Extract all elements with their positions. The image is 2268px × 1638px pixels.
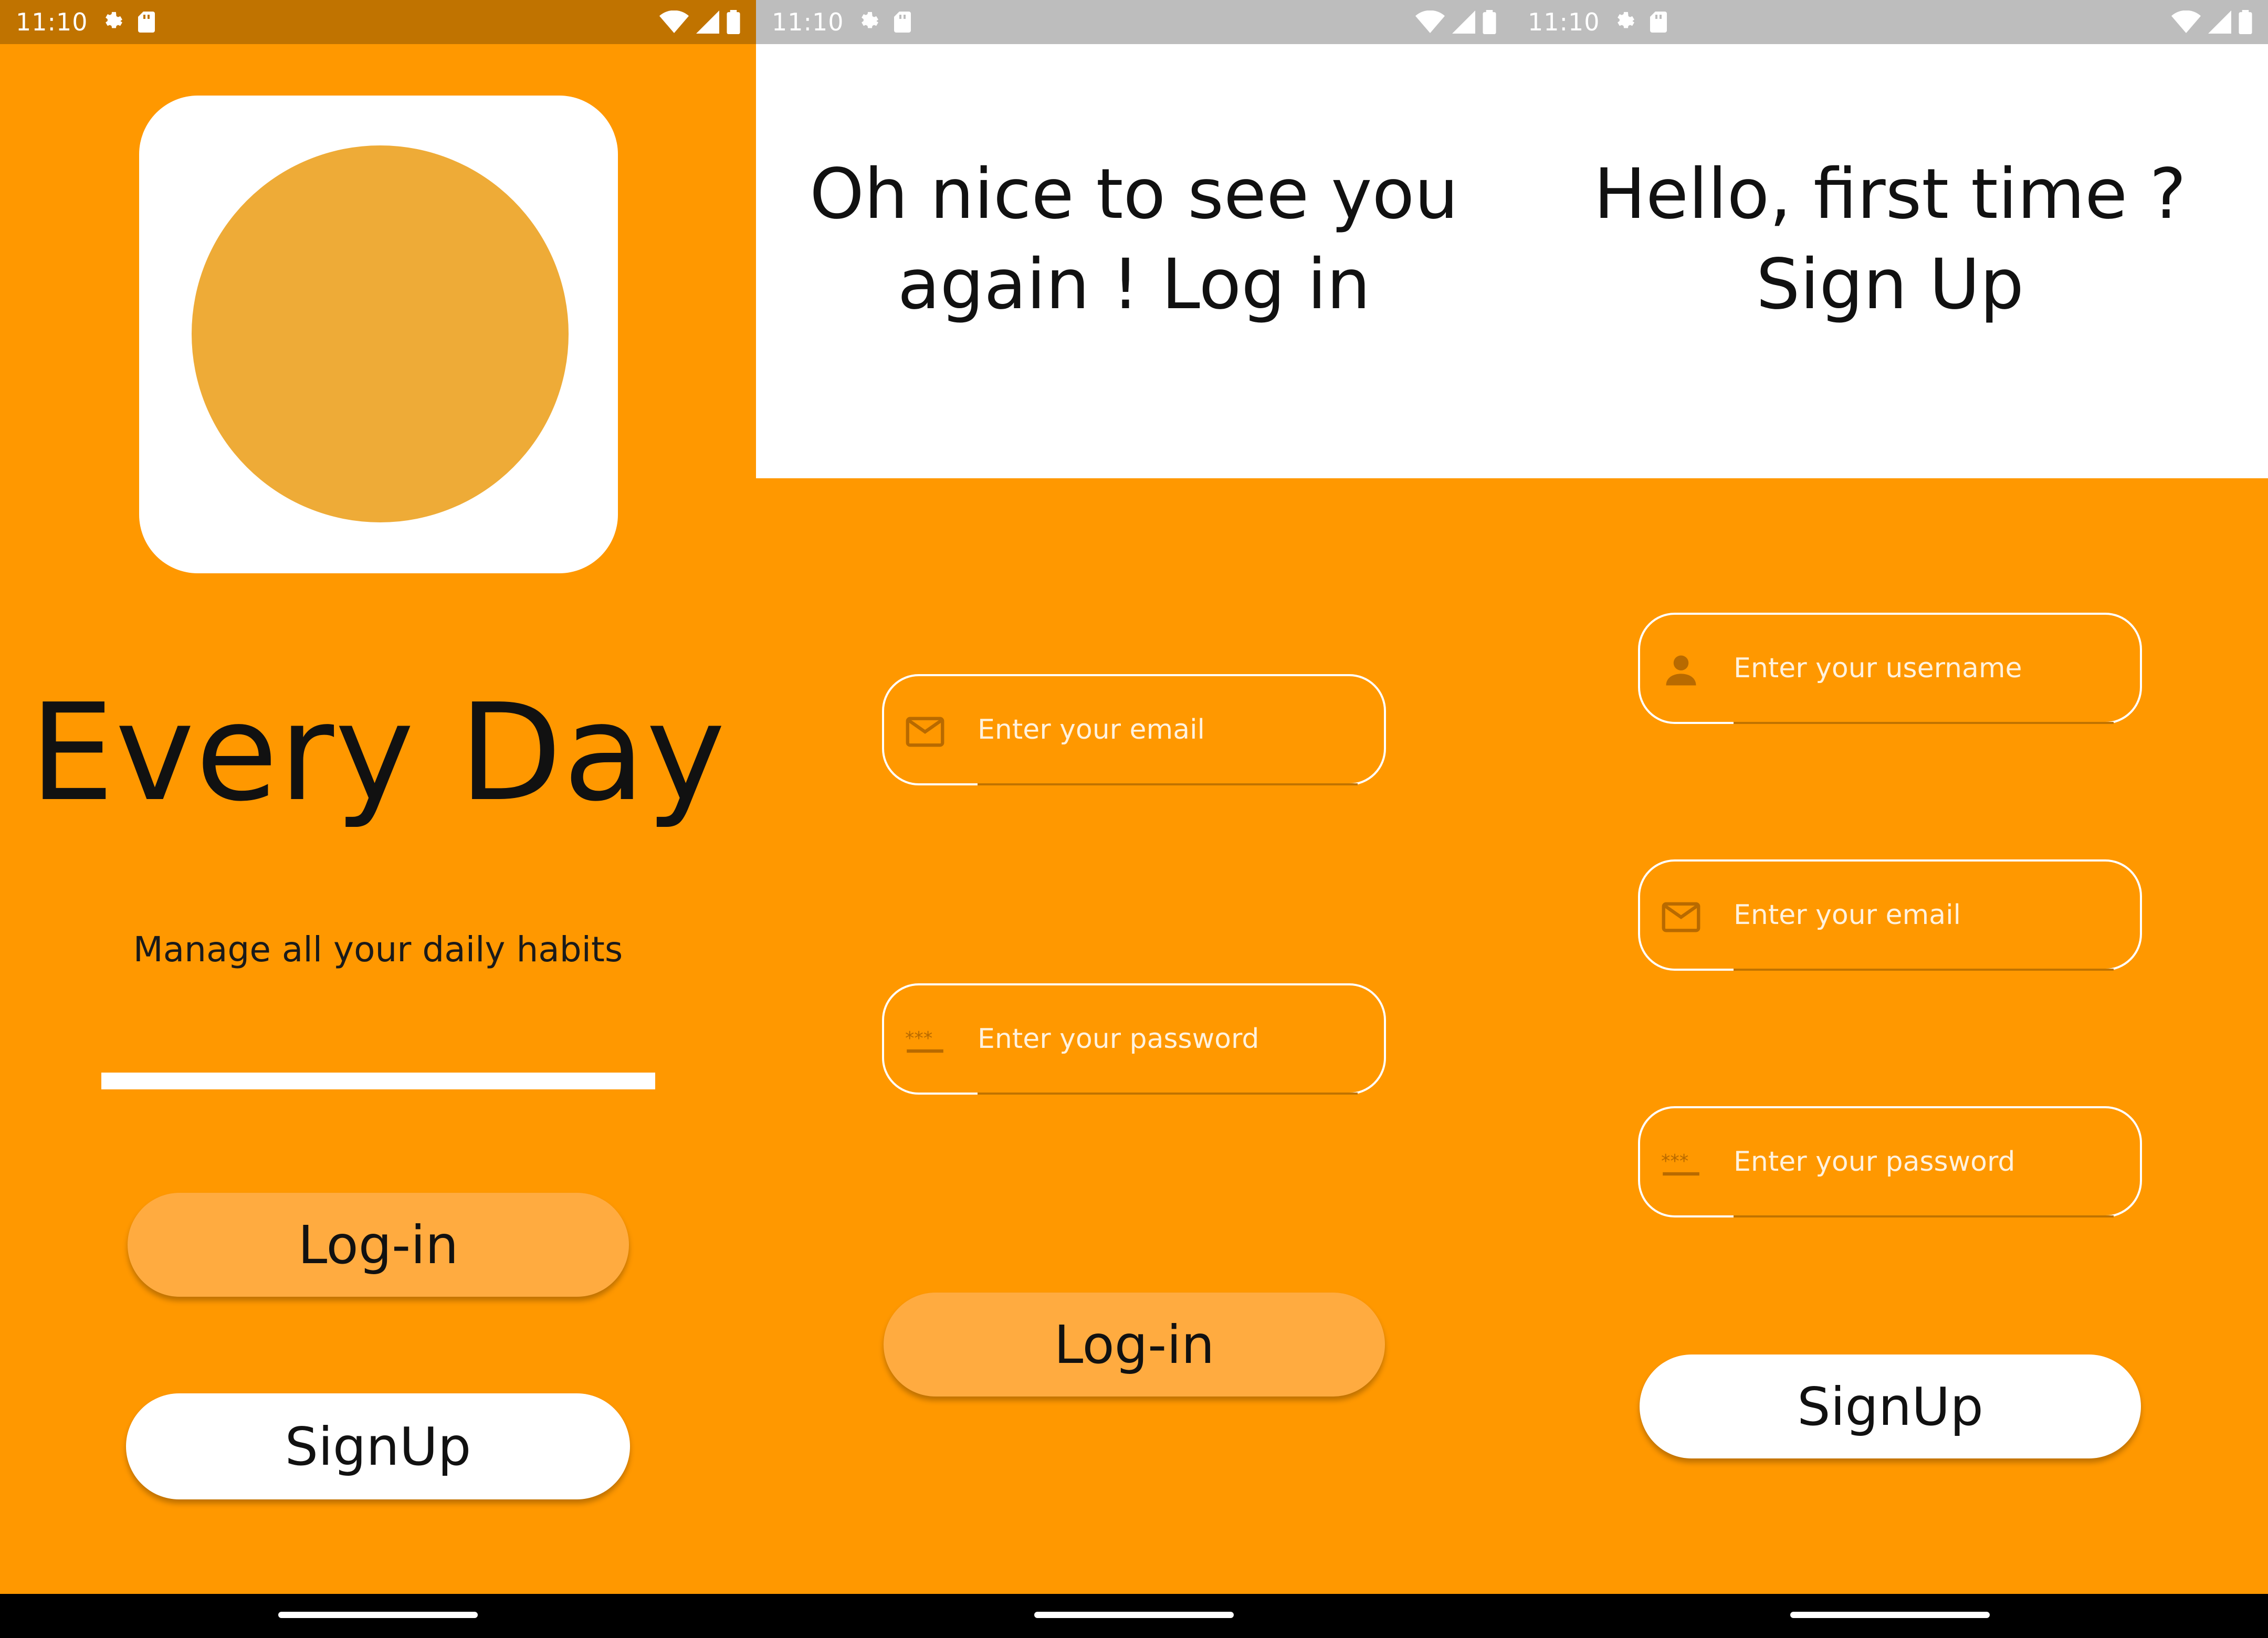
password-underline [1734, 1215, 2114, 1217]
status-time: 11:10 [1528, 8, 1600, 36]
sd-card-icon [138, 12, 155, 33]
email-icon [906, 717, 944, 747]
svg-text:***: *** [905, 1028, 932, 1049]
email-placeholder: Enter your email [1734, 899, 1961, 931]
signup-submit-button[interactable]: SignUp [1640, 1354, 2141, 1458]
password-field[interactable]: *** Enter your password [882, 983, 1386, 1095]
email-underline [978, 783, 1358, 785]
login-button[interactable]: Log-in [128, 1193, 629, 1297]
status-bar: 11:10 [0, 0, 756, 44]
settings-gear-icon [861, 12, 878, 28]
wifi-icon [2171, 10, 2201, 33]
page-title: Hello, first time ? Sign Up [1512, 149, 2268, 330]
home-gesture-handle[interactable] [1790, 1612, 1990, 1618]
page-title: Oh nice to see you again ! Log in [756, 149, 1512, 330]
cell-signal-icon [2208, 10, 2231, 34]
sd-card-icon [894, 12, 911, 33]
svg-text:***: *** [1661, 1151, 1688, 1172]
person-icon [1666, 655, 1696, 686]
username-field[interactable]: Enter your username [1638, 613, 2142, 724]
page-title-line2: again ! Log in [897, 244, 1371, 325]
header: Oh nice to see you again ! Log in [756, 44, 1512, 478]
email-field[interactable]: Enter your email [1638, 859, 2142, 971]
password-placeholder: Enter your password [978, 1023, 1259, 1055]
logo-circle [192, 145, 569, 522]
status-time: 11:10 [16, 8, 88, 36]
password-underline [978, 1093, 1358, 1095]
app-logo [139, 96, 618, 573]
app-title: Every Day [29, 675, 727, 831]
header: Hello, first time ? Sign Up [1512, 44, 2268, 478]
home-gesture-handle[interactable] [1034, 1612, 1234, 1618]
email-underline [1734, 969, 2114, 971]
status-bar: 11:10 [1512, 0, 2268, 44]
signup-screen: 11:10 Hello, first time ? Sign Up Enter … [1512, 0, 2268, 1638]
wifi-icon [659, 10, 689, 33]
settings-gear-icon [1617, 12, 1634, 28]
status-bar: 11:10 [756, 0, 1512, 44]
navigation-bar [1512, 1594, 2268, 1638]
battery-icon [1483, 10, 1496, 34]
page-title-line1: Oh nice to see you [810, 154, 1458, 235]
home-gesture-handle[interactable] [278, 1612, 478, 1618]
username-placeholder: Enter your username [1734, 653, 2022, 684]
login-submit-button[interactable]: Log-in [884, 1293, 1385, 1396]
status-time: 11:10 [772, 8, 844, 36]
navigation-bar [0, 1594, 756, 1638]
login-screen: 11:10 Oh nice to see you again ! Log in … [756, 0, 1512, 1638]
password-icon: *** [1661, 1151, 1699, 1176]
divider [101, 1073, 655, 1089]
password-placeholder: Enter your password [1734, 1146, 2015, 1178]
page-title-line1: Hello, first time ? [1593, 154, 2187, 235]
settings-gear-icon [105, 12, 122, 28]
password-icon: *** [905, 1028, 943, 1053]
battery-icon [727, 10, 740, 34]
sd-card-icon [1650, 12, 1667, 33]
username-underline [1734, 722, 2114, 724]
battery-icon [2239, 10, 2252, 34]
password-field[interactable]: *** Enter your password [1638, 1106, 2142, 1217]
cell-signal-icon [1452, 10, 1475, 34]
navigation-bar [756, 1594, 1512, 1638]
welcome-screen: 11:10 Every Day Manage all your daily ha… [0, 0, 756, 1638]
tagline: Manage all your daily habits [133, 929, 623, 970]
wifi-icon [1415, 10, 1445, 33]
email-icon [1662, 902, 1700, 932]
page-title-line2: Sign Up [1756, 244, 2024, 325]
signup-button[interactable]: SignUp [126, 1393, 630, 1499]
email-placeholder: Enter your email [978, 714, 1205, 746]
cell-signal-icon [696, 10, 719, 34]
email-field[interactable]: Enter your email [882, 674, 1386, 785]
